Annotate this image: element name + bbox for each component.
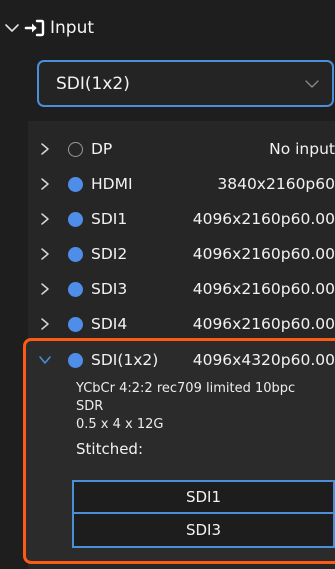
status-dot-icon (68, 211, 83, 227)
input-name: SDI1 (91, 210, 128, 228)
chevron-down-icon[interactable] (38, 353, 52, 367)
input-row-dp[interactable]: DP No input (28, 130, 335, 168)
chevron-down-icon (305, 79, 319, 88)
input-row-sdi1[interactable]: SDI1 4096x2160p60.00 (28, 200, 335, 238)
input-source-dropdown[interactable]: SDI(1x2) (37, 60, 334, 107)
chevron-right-icon[interactable] (38, 282, 52, 296)
input-name: HDMI (91, 175, 133, 193)
input-row-sdi-1x2[interactable]: SDI(1x2) 4096x4320p60.00 (28, 343, 335, 377)
input-arrow-icon (24, 19, 45, 37)
input-name: SDI4 (91, 315, 128, 333)
status-dot-icon (68, 281, 83, 297)
status-dot-icon (68, 176, 83, 192)
chevron-down-icon[interactable] (3, 19, 21, 37)
stitched-inputs-list: SDI1 SDI3 (72, 480, 335, 548)
input-name: SDI3 (91, 280, 128, 298)
chevron-right-icon[interactable] (38, 212, 52, 226)
status-dot-icon (68, 352, 83, 368)
status-dot-icon (68, 141, 83, 157)
chevron-right-icon[interactable] (38, 247, 52, 261)
stitched-item-sdi1[interactable]: SDI1 (72, 480, 335, 514)
input-name: SDI2 (91, 245, 128, 263)
stitched-label: Stitched: (76, 440, 144, 458)
status-dot-icon (68, 246, 83, 262)
chevron-right-icon[interactable] (38, 142, 52, 156)
input-status: 4096x2160p60.00 (192, 210, 335, 228)
input-row-sdi2[interactable]: SDI2 4096x2160p60.00 (28, 235, 335, 273)
chevron-right-icon[interactable] (38, 177, 52, 191)
input-row-hdmi[interactable]: HDMI 3840x2160p60 (28, 165, 335, 203)
input-name: SDI(1x2) (91, 351, 159, 369)
input-section-header[interactable]: Input (0, 12, 335, 44)
input-panel: Input SDI(1x2) DP No input HDMI 3840x216… (0, 0, 335, 569)
signal-format: YCbCr 4:2:2 rec709 limited 10bpc (76, 381, 296, 396)
stitched-item-sdi3[interactable]: SDI3 (72, 514, 335, 548)
input-status: 4096x2160p60.00 (192, 245, 335, 263)
input-status: 4096x2160p60.00 (192, 280, 335, 298)
signal-details: YCbCr 4:2:2 rec709 limited 10bpc SDR 0.5… (76, 380, 335, 434)
signal-link: 0.5 x 4 x 12G (76, 417, 164, 432)
input-name: DP (91, 140, 113, 158)
signal-dynamic-range: SDR (76, 399, 104, 414)
status-dot-icon (68, 316, 83, 332)
input-status: 4096x4320p60.00 (192, 351, 335, 369)
input-status: No input (269, 140, 335, 158)
input-status: 4096x2160p60.00 (192, 315, 335, 333)
chevron-right-icon[interactable] (38, 317, 52, 331)
section-title: Input (50, 18, 95, 38)
dropdown-selected-value: SDI(1x2) (56, 73, 130, 94)
input-row-sdi3[interactable]: SDI3 4096x2160p60.00 (28, 270, 335, 308)
input-status: 3840x2160p60 (217, 175, 335, 193)
